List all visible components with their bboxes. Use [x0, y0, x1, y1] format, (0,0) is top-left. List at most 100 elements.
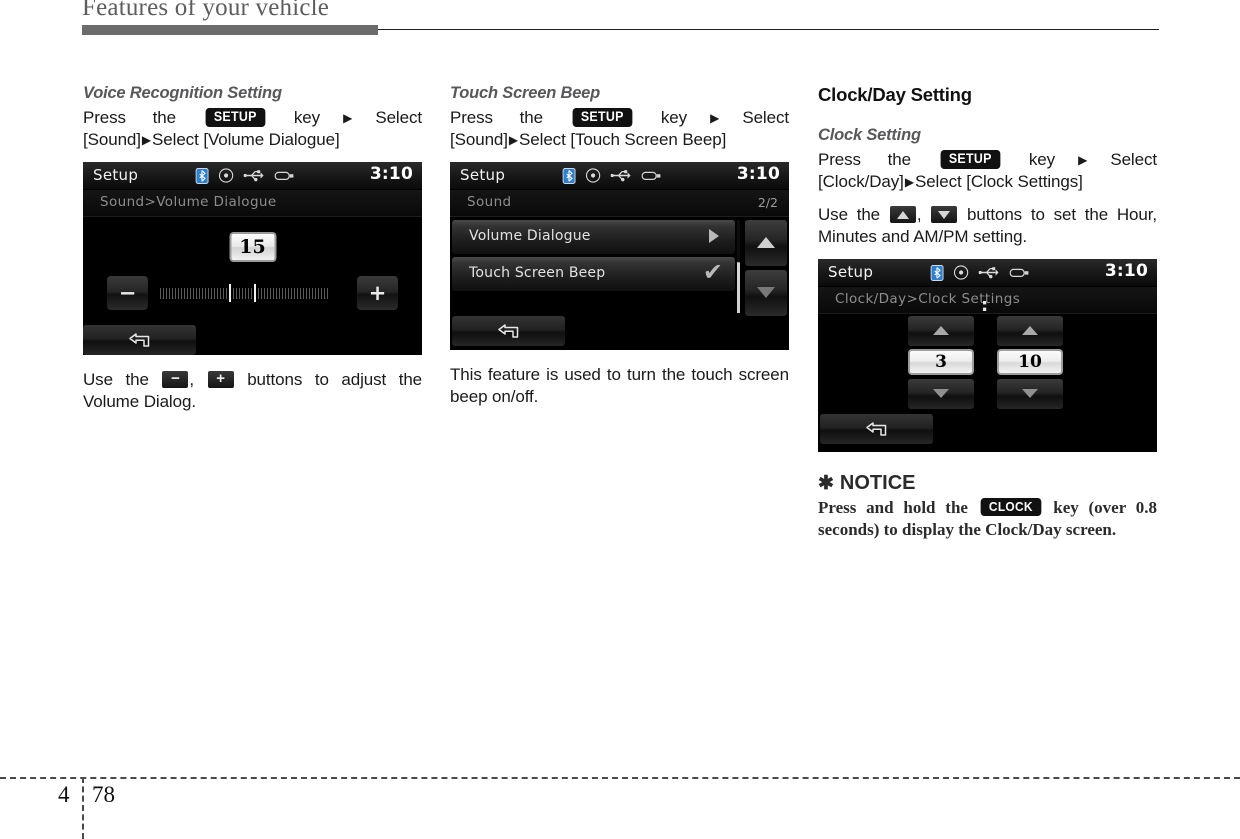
step-arrow-icon: ▶: [1056, 153, 1110, 167]
chevron-right-icon: [709, 228, 719, 243]
scroll-up-button[interactable]: [745, 219, 787, 266]
screenshot-volume-dialogue: Setup 3:10 Sound>Volume Dialogue 15 − +: [83, 161, 422, 355]
scrollbar[interactable]: [737, 219, 740, 313]
asterisk-icon: ✱: [818, 472, 834, 494]
touch-screen-beep-caption: This feature is used to turn the touch s…: [450, 364, 789, 407]
hour-decrease-button[interactable]: [908, 378, 974, 409]
usb-icon: [610, 170, 631, 182]
screen-back-button[interactable]: [820, 413, 933, 444]
footer-vertical-divider: [82, 777, 84, 839]
minute-increase-button[interactable]: [997, 315, 1063, 346]
plus-glyph: +: [216, 370, 225, 388]
arrow-down-icon: [933, 389, 949, 399]
volume-value-display: 15: [229, 231, 276, 262]
screen-title: Setup: [460, 165, 506, 184]
hour-increase-button[interactable]: [908, 315, 974, 346]
clock-setting-instruction: Press the SETUP key▶Select [Clock/Day]▶S…: [818, 149, 1157, 194]
instruction-text-part4: Select [Touch Screen Beep]: [519, 130, 727, 150]
screen-status-bar: Setup 3:10: [83, 161, 422, 190]
screen-breadcrumb-text: Clock/Day>Clock Settings: [835, 290, 1021, 307]
clock-key-badge[interactable]: CLOCK: [980, 497, 1041, 517]
step-arrow-icon: ▶: [321, 111, 375, 125]
touch-screen-beep-heading: Touch Screen Beep: [450, 84, 601, 102]
instruction-text-part4: Select [Clock Settings]: [914, 172, 1083, 192]
list-item[interactable]: Volume Dialogue: [452, 219, 735, 254]
screen-status-bar: Setup 3:10: [818, 258, 1157, 287]
minute-value: 10: [997, 348, 1063, 375]
minute-spinner: 10: [997, 315, 1063, 409]
arrow-down-icon: [1022, 389, 1038, 399]
instruction-text-part2: key: [293, 108, 321, 127]
screen-clock: 3:10: [1104, 260, 1148, 281]
volume-decrease-button[interactable]: −: [107, 275, 148, 310]
minute-decrease-button[interactable]: [997, 378, 1063, 409]
list-item-label: Touch Screen Beep: [469, 264, 606, 281]
caption-part1: Use the: [818, 204, 881, 224]
time-colon-separator: :: [981, 294, 989, 316]
hour-value: 3: [908, 348, 974, 375]
arrow-down-icon: [938, 210, 951, 219]
instruction-text-part2: key: [1028, 150, 1056, 169]
touch-screen-beep-instruction: Press the SETUP key▶Select [Sound]▶Selec…: [450, 107, 789, 152]
down-key-badge[interactable]: [931, 205, 958, 223]
screen-back-button[interactable]: [83, 324, 196, 355]
footer-divider: [0, 777, 1240, 779]
scroll-down-button[interactable]: [745, 269, 787, 316]
setup-key-badge[interactable]: SETUP: [572, 108, 632, 128]
page-number: 78: [92, 782, 115, 807]
status-icon-group: [930, 264, 1029, 281]
screen-breadcrumb-bar: Sound>Volume Dialogue: [83, 189, 422, 217]
back-arrow-icon: [497, 324, 518, 338]
screen-back-button[interactable]: [452, 315, 565, 346]
scroll-up-icon: [757, 237, 775, 249]
minus-glyph: −: [171, 370, 180, 388]
clock-setting-subheading: Clock Setting: [818, 126, 921, 144]
clock-setting-caption: Use the , buttons to set the Hour, Minut…: [818, 204, 1157, 249]
screen-page-indicator: 2/2: [757, 194, 778, 210]
minus-key-badge[interactable]: −: [162, 370, 189, 388]
instruction-text-part1: Press the: [818, 150, 911, 169]
setup-key-badge[interactable]: SETUP: [205, 108, 265, 128]
instruction-text-part4: Select [Volume Dialogue]: [152, 130, 340, 150]
caption-sep: ,: [916, 204, 922, 224]
device-icon: [274, 171, 293, 180]
step-arrow-icon: ▶: [688, 111, 742, 125]
hour-spinner: 3: [908, 315, 974, 409]
volume-caption: Use the −, + buttons to adjust the Volum…: [83, 369, 422, 414]
status-icon-group: [195, 167, 294, 184]
step-arrow-icon: ▶: [508, 133, 519, 148]
arrow-up-icon: [1022, 326, 1038, 336]
voice-recognition-heading: Voice Recognition Setting: [83, 84, 282, 102]
volume-slider-track[interactable]: [160, 284, 345, 303]
caption-part1: Use the: [83, 369, 149, 389]
usb-icon: [243, 170, 264, 182]
plus-key-badge[interactable]: +: [207, 370, 234, 388]
column-clock-day-setting: Clock/Day Setting Clock Setting Press th…: [818, 84, 1157, 541]
chapter-tab-marker: [82, 25, 378, 35]
screen-title: Setup: [828, 262, 874, 281]
volume-increase-button[interactable]: +: [357, 275, 398, 310]
step-arrow-icon: ▶: [141, 133, 152, 148]
usb-icon: [978, 267, 999, 279]
status-icon-group: [562, 167, 661, 184]
column-voice-recognition: Voice Recognition Setting Press the SETU…: [83, 84, 422, 414]
bluetooth-icon: [195, 167, 209, 184]
volume-slider-mark: [254, 284, 256, 303]
disc-icon: [585, 168, 600, 184]
screen-breadcrumb-bar: Sound 2/2: [450, 189, 789, 217]
disc-icon: [953, 265, 968, 280]
screen-clock: 3:10: [736, 163, 780, 184]
arrow-up-icon: [933, 326, 949, 336]
notice-heading: ✱ NOTICE: [818, 472, 1157, 495]
up-key-badge[interactable]: [889, 205, 916, 223]
column-touch-screen-beep: Touch Screen Beep Press the SETUP key▶Se…: [450, 84, 789, 409]
setup-key-badge[interactable]: SETUP: [940, 150, 1000, 170]
instruction-text-part1: Press the: [450, 108, 543, 127]
bluetooth-icon: [930, 264, 944, 281]
voice-recognition-instruction: Press the SETUP key▶Select [Sound]▶Selec…: [83, 107, 422, 152]
notice-body: Press and hold the CLOCK key (over 0.8 s…: [818, 497, 1157, 541]
bluetooth-icon: [562, 167, 576, 184]
list-item[interactable]: Touch Screen Beep ✔: [452, 256, 735, 291]
caption-sep: ,: [189, 369, 195, 389]
notice-title: NOTICE: [839, 471, 916, 494]
